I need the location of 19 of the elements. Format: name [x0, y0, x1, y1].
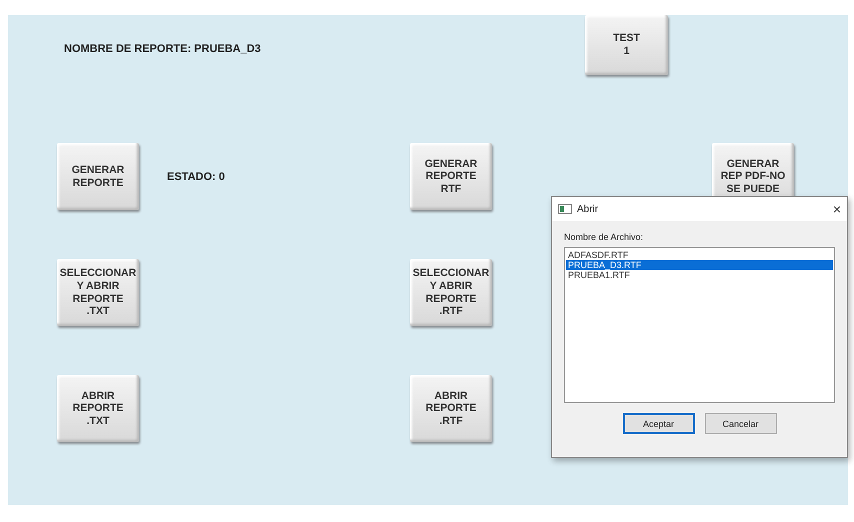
close-button[interactable]: × [832, 201, 841, 217]
dialog-button[interactable]: Cancelar [704, 413, 776, 434]
dialog-button[interactable]: Aceptar [622, 413, 694, 434]
file-list[interactable]: ADFASDF.RTF PRUEBA_D3.RTF PRUEBA1.RTF [564, 247, 835, 403]
file-item[interactable]: ADFASDF.RTF [566, 250, 833, 260]
file-item[interactable]: PRUEBA_D3.RTF [566, 260, 833, 270]
action-button[interactable]: GENERAR REPORTE [57, 143, 139, 210]
dialog-title: Abrir [577, 204, 600, 214]
status-label: ESTADO: 0 [166, 170, 226, 182]
test-button[interactable]: TEST 1 [585, 15, 668, 75]
action-button[interactable]: SELECCIONAR Y ABRIR REPORTE .TXT [57, 259, 139, 326]
field-label: Nombre de Archivo: [564, 232, 644, 242]
action-button[interactable]: ABRIR REPORTE .TXT [57, 375, 139, 442]
action-button[interactable]: GENERAR REPORTE RTF [410, 143, 492, 210]
action-button[interactable]: ABRIR REPORTE .RTF [410, 375, 492, 442]
file-item[interactable]: PRUEBA1.RTF [566, 270, 833, 280]
action-button[interactable]: SELECCIONAR Y ABRIR REPORTE .RTF [410, 259, 492, 326]
window-icon [558, 204, 572, 214]
report-name-label: NOMBRE DE REPORTE: PRUEBA_D3 [64, 43, 262, 55]
